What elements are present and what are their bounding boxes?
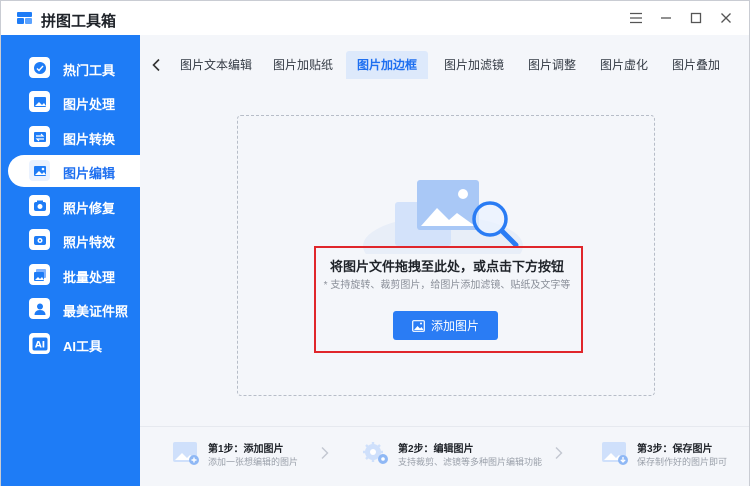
photo-effect-icon (29, 229, 50, 250)
sidebar: 热门工具 图片处理 图片转换 图片编辑 照片修复 照片特效 批量处理 最美证件照… (1, 35, 140, 486)
minimize-icon[interactable] (651, 3, 681, 33)
tab-border[interactable]: 图片加边框 (346, 51, 428, 79)
sidebar-item-label: 批量处理 (63, 270, 116, 285)
sidebar-item-label: 热门工具 (63, 63, 116, 78)
save-image-step-icon (602, 442, 628, 465)
tab-sticker[interactable]: 图片加贴纸 (264, 51, 342, 79)
step-title: 第1步：添加图片 (208, 444, 284, 455)
tab-adjust[interactable]: 图片调整 (520, 51, 584, 79)
app-logo-icon (16, 11, 33, 25)
sidebar-item-ai-tools[interactable]: AI AI工具 (1, 328, 140, 360)
hot-tools-icon (29, 57, 50, 78)
maximize-icon[interactable] (681, 3, 711, 33)
drop-zone[interactable]: 将图片文件拖拽至此处，或点击下方按钮 * 支持旋转、裁剪图片，给图片添加滤镜、贴… (237, 115, 655, 396)
back-icon[interactable] (148, 55, 164, 75)
sidebar-item-label: 照片修复 (63, 201, 116, 216)
drop-zone-subtitle: * 支持旋转、裁剪图片，给图片添加滤镜、贴纸及文字等 (323, 280, 571, 291)
gear-icon (363, 442, 388, 464)
chevron-right-icon (321, 447, 329, 459)
tab-overlay[interactable]: 图片叠加 (664, 51, 728, 79)
sidebar-item-id-photo[interactable]: 最美证件照 (1, 293, 140, 325)
main-panel: 图片文本编辑 图片加贴纸 图片加边框 图片加滤镜 图片调整 图片虚化 图片叠加 … (140, 35, 749, 486)
sidebar-item-label: 图片处理 (63, 97, 116, 112)
image-search-illustration (363, 180, 523, 254)
step-title: 第3步：保存图片 (637, 444, 713, 455)
photo-repair-icon (29, 195, 50, 216)
sidebar-item-label: 图片转换 (63, 132, 116, 147)
tab-text-edit[interactable]: 图片文本编辑 (172, 51, 260, 79)
sidebar-item-hot-tools[interactable]: 热门工具 (1, 52, 140, 84)
chevron-right-icon (555, 447, 563, 459)
title-bar: 拼图工具箱 (1, 1, 749, 35)
image-convert-icon (29, 126, 50, 147)
step-desc: 添加一张想编辑的图片 (208, 457, 299, 467)
svg-text:AI: AI (34, 340, 44, 350)
tab-bar: 图片文本编辑 图片加贴纸 图片加边框 图片加滤镜 图片调整 图片虚化 图片叠加 (140, 51, 749, 79)
image-edit-icon (29, 160, 50, 181)
close-icon[interactable] (711, 3, 741, 33)
sidebar-item-label: 最美证件照 (63, 304, 129, 319)
sidebar-item-label: 图片编辑 (63, 166, 116, 181)
add-image-step-icon (173, 442, 199, 465)
ai-tools-icon: AI (29, 333, 50, 354)
menu-icon[interactable] (621, 3, 651, 33)
sidebar-item-image-convert[interactable]: 图片转换 (1, 121, 140, 153)
add-image-button[interactable]: 添加图片 (393, 311, 498, 340)
steps-bar: 第1步：添加图片 添加一张想编辑的图片 第2步：编辑图片 支持裁剪、滤镜等多种图… (140, 426, 749, 486)
sidebar-item-image-edit[interactable]: 图片编辑 (8, 155, 140, 187)
step-desc: 保存制作好的图片即可 (637, 457, 728, 467)
sidebar-item-photo-repair[interactable]: 照片修复 (1, 190, 140, 222)
batch-process-icon (29, 264, 50, 285)
app-window: 拼图工具箱 热门工具 图片处理 图片转换 图片编辑 照片修复 照片特效 批量处理… (0, 0, 750, 486)
sidebar-item-image-process[interactable]: 图片处理 (1, 86, 140, 118)
window-controls (621, 1, 741, 35)
step-title: 第2步：编辑图片 (398, 444, 474, 455)
add-image-label: 添加图片 (430, 319, 479, 333)
tab-filter[interactable]: 图片加滤镜 (436, 51, 512, 79)
drop-zone-title: 将图片文件拖拽至此处，或点击下方按钮 (329, 259, 564, 274)
sidebar-item-photo-effect[interactable]: 照片特效 (1, 224, 140, 256)
sidebar-item-label: 照片特效 (63, 235, 116, 250)
image-process-icon (29, 91, 50, 112)
id-photo-icon (29, 298, 50, 319)
step-desc: 支持裁剪、滤镜等多种图片编辑功能 (398, 457, 543, 467)
tab-blur[interactable]: 图片虚化 (592, 51, 656, 79)
app-title: 拼图工具箱 (41, 13, 117, 30)
sidebar-item-label: AI工具 (63, 339, 103, 354)
image-icon (412, 319, 425, 332)
sidebar-item-batch-process[interactable]: 批量处理 (1, 259, 140, 291)
